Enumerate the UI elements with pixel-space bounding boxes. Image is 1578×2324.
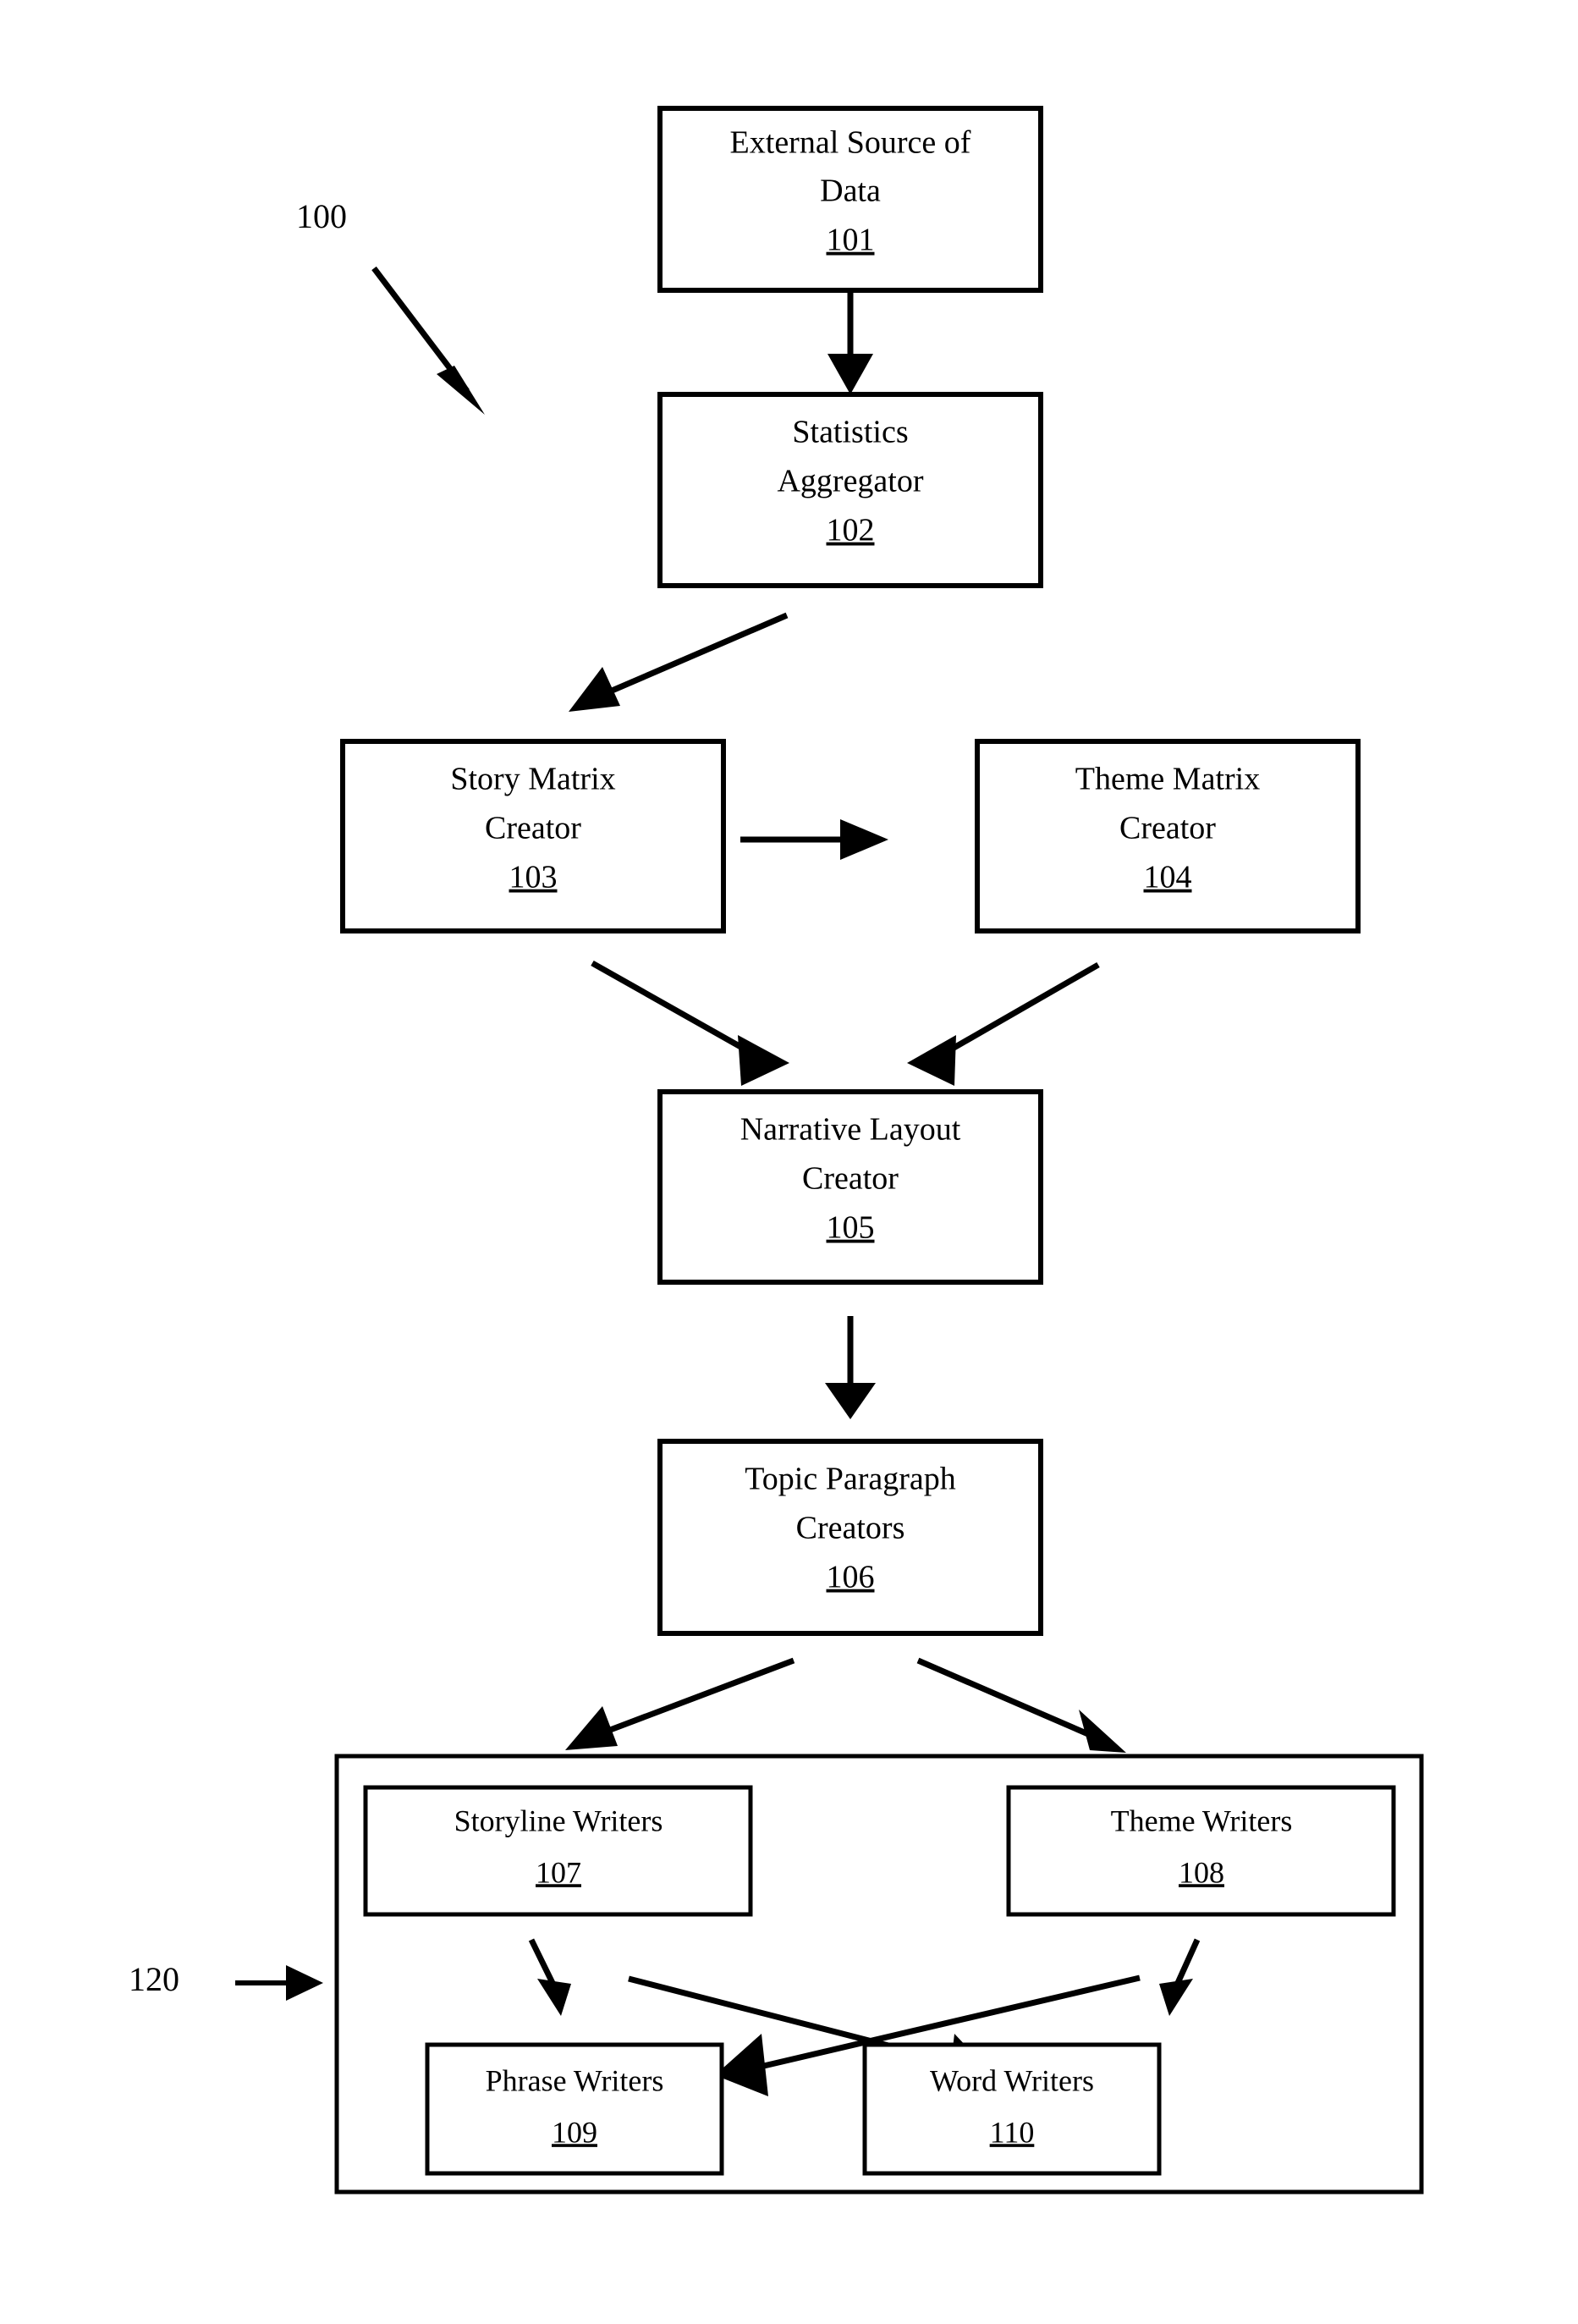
node-101-line2: Data [820,173,881,209]
node-105-line2: Creator [802,1161,899,1197]
edge-104-to-105 [907,961,1100,1086]
node-104-line1: Theme Matrix [1075,762,1260,797]
edge-107-to-109 [528,1938,571,2016]
callout-120-label: 120 [129,1960,179,1998]
edge-101-to-102 [827,290,873,394]
node-108-line1: Theme Writers [1111,1804,1293,1837]
node-106-line2: Creators [796,1511,905,1546]
edge-106-to-108 [916,1657,1126,1753]
node-104-line2: Creator [1119,811,1216,846]
node-106-line1: Topic Paragraph [745,1462,956,1497]
edge-103-to-104 [740,819,888,860]
node-105-ref: 105 [827,1210,875,1246]
edge-108-to-110 [1159,1938,1201,2016]
node-107-line1: Storyline Writers [454,1804,663,1837]
node-102-line2: Aggregator [777,464,923,499]
patent-figure: 100 External Source of Data 101 Statisti… [0,0,1578,2324]
node-110-ref: 110 [990,2115,1035,2149]
edge-102-to-103 [569,612,789,712]
node-103-line2: Creator [485,811,581,846]
node-107-ref: 107 [536,1855,581,1889]
node-104-ref: 104 [1144,860,1192,895]
node-109-ref: 109 [552,2115,597,2149]
node-101-ref: 101 [827,223,875,258]
node-110-line1: Word Writers [930,2063,1094,2097]
callout-120-leader [235,1965,323,2001]
node-102-line1: Statistics [792,415,908,450]
edge-105-to-106 [825,1316,876,1419]
node-103-line1: Story Matrix [450,762,615,797]
flowchart-canvas: 100 External Source of Data 101 Statisti… [129,106,1424,2195]
node-106-ref: 106 [827,1560,875,1595]
edge-106-to-107 [565,1657,795,1750]
callout-100-leader [371,266,485,415]
node-108-ref: 108 [1179,1855,1224,1889]
node-101-line1: External Source of [730,125,971,161]
node-105-line1: Narrative Layout [740,1112,961,1148]
node-109-line1: Phrase Writers [486,2063,664,2097]
edge-103-to-105 [591,960,789,1086]
callout-100-label: 100 [296,197,347,235]
node-103-ref: 103 [509,860,558,895]
node-102-ref: 102 [827,513,875,548]
